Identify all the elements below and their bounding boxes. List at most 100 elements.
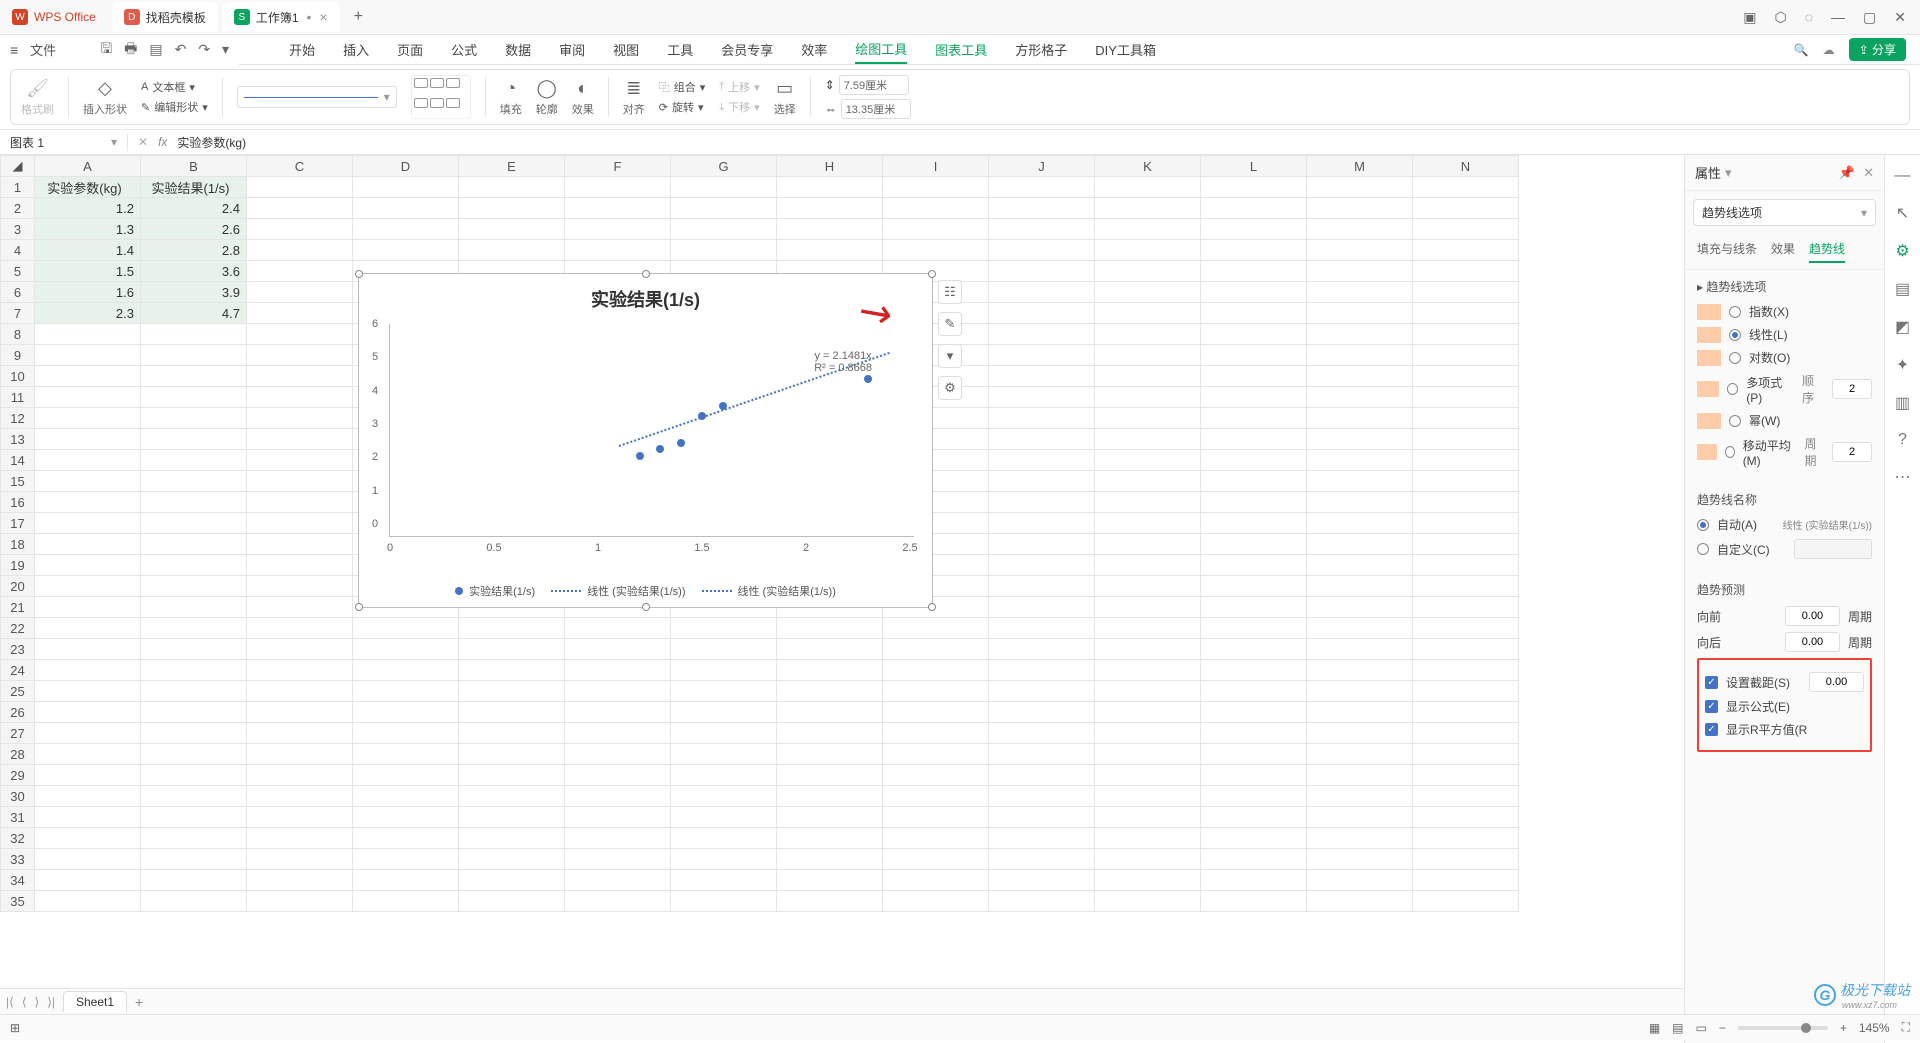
cell[interactable] — [1201, 261, 1307, 282]
zoom-level[interactable]: 145% — [1859, 1021, 1890, 1035]
name-box[interactable]: 图表 1 ▾ — [0, 134, 128, 151]
cell[interactable] — [989, 240, 1095, 261]
cell[interactable] — [141, 387, 247, 408]
cell[interactable] — [141, 870, 247, 891]
cell[interactable] — [247, 870, 353, 891]
cell[interactable] — [989, 408, 1095, 429]
trend-type-radio[interactable] — [1729, 352, 1741, 364]
cell[interactable] — [1201, 870, 1307, 891]
cell[interactable] — [459, 723, 565, 744]
cell[interactable] — [1413, 387, 1519, 408]
cube-icon[interactable]: ⬡ — [1774, 9, 1786, 26]
chart-object[interactable]: 实验结果(1/s) 012345600.511.522.5 y = 2.1481… — [358, 273, 933, 608]
intercept-input[interactable] — [1809, 672, 1864, 692]
cell[interactable] — [883, 870, 989, 891]
cell[interactable] — [1095, 534, 1201, 555]
close-tab-icon[interactable]: × — [319, 9, 327, 25]
cell[interactable] — [777, 723, 883, 744]
cell[interactable] — [1413, 618, 1519, 639]
cell[interactable] — [671, 828, 777, 849]
trendline-type-option[interactable]: 线性(L) — [1697, 326, 1872, 343]
cell[interactable] — [671, 765, 777, 786]
cell[interactable] — [989, 177, 1095, 198]
cell[interactable] — [1413, 471, 1519, 492]
cell[interactable] — [1413, 450, 1519, 471]
cell[interactable] — [671, 618, 777, 639]
cell[interactable] — [1201, 324, 1307, 345]
row-header[interactable]: 9 — [1, 345, 35, 366]
cell[interactable] — [247, 849, 353, 870]
cell[interactable] — [1413, 807, 1519, 828]
cell[interactable] — [1413, 345, 1519, 366]
cell[interactable] — [141, 681, 247, 702]
cell[interactable] — [1307, 219, 1413, 240]
cell[interactable] — [1307, 807, 1413, 828]
trend-type-radio[interactable] — [1729, 415, 1741, 427]
cell[interactable] — [247, 450, 353, 471]
ribbon-tab[interactable]: 审阅 — [559, 36, 585, 63]
cell[interactable] — [777, 849, 883, 870]
cell[interactable] — [35, 723, 141, 744]
cell[interactable] — [247, 240, 353, 261]
cell[interactable] — [35, 450, 141, 471]
cell[interactable] — [1413, 303, 1519, 324]
cell[interactable] — [1095, 471, 1201, 492]
cell[interactable] — [35, 597, 141, 618]
cell[interactable] — [353, 786, 459, 807]
cell[interactable] — [777, 681, 883, 702]
cell[interactable] — [353, 828, 459, 849]
trend-type-radio[interactable] — [1727, 383, 1738, 395]
cell[interactable] — [247, 471, 353, 492]
cell[interactable] — [35, 534, 141, 555]
extra-input[interactable] — [1832, 379, 1872, 399]
cell[interactable] — [1307, 618, 1413, 639]
cell[interactable] — [141, 723, 247, 744]
group-button[interactable]: ⿻ 组合 ▾ — [659, 79, 706, 95]
cell[interactable] — [141, 786, 247, 807]
cell[interactable] — [565, 849, 671, 870]
cell[interactable] — [247, 702, 353, 723]
cell[interactable] — [141, 555, 247, 576]
cell[interactable] — [1307, 828, 1413, 849]
panel-tab[interactable]: 效果 — [1771, 240, 1795, 263]
name-custom-input[interactable] — [1794, 539, 1872, 559]
cell[interactable] — [35, 576, 141, 597]
cell[interactable] — [1201, 618, 1307, 639]
trendline-options-dropdown[interactable]: 趋势线选项▾ — [1693, 199, 1876, 226]
cell[interactable] — [1413, 660, 1519, 681]
select-all-cell[interactable]: ◢ — [1, 156, 35, 177]
cell[interactable] — [35, 744, 141, 765]
cell[interactable] — [353, 198, 459, 219]
cell[interactable] — [141, 597, 247, 618]
cell[interactable] — [1307, 681, 1413, 702]
next-sheet-icon[interactable]: ⟩ — [35, 995, 40, 1009]
cell[interactable] — [141, 471, 247, 492]
cell[interactable] — [459, 849, 565, 870]
chart-settings-button[interactable]: ⚙ — [938, 376, 962, 400]
row-header[interactable]: 34 — [1, 870, 35, 891]
cell[interactable] — [989, 744, 1095, 765]
text-box-button[interactable]: A 文本框 ▾ — [141, 79, 208, 95]
ribbon-tab[interactable]: DIY工具箱 — [1095, 36, 1156, 63]
cell[interactable] — [247, 618, 353, 639]
cell[interactable]: 3.6 — [141, 261, 247, 282]
cell[interactable] — [565, 177, 671, 198]
cell[interactable] — [35, 702, 141, 723]
column-header[interactable]: B — [141, 156, 247, 177]
cell[interactable] — [1201, 408, 1307, 429]
cell[interactable] — [35, 492, 141, 513]
cell[interactable] — [1201, 807, 1307, 828]
fx-icon[interactable]: fx — [158, 135, 167, 149]
cell[interactable] — [141, 492, 247, 513]
row-header[interactable]: 3 — [1, 219, 35, 240]
cell[interactable] — [989, 786, 1095, 807]
print-preview-icon[interactable]: ▤ — [149, 41, 162, 58]
cell[interactable] — [247, 681, 353, 702]
cell[interactable] — [1307, 240, 1413, 261]
undo-icon[interactable]: ↶ — [175, 41, 187, 58]
cell[interactable] — [35, 660, 141, 681]
data-tool-icon[interactable]: ▥ — [1895, 393, 1910, 413]
cell[interactable] — [565, 240, 671, 261]
cell[interactable] — [671, 870, 777, 891]
cell[interactable] — [35, 429, 141, 450]
